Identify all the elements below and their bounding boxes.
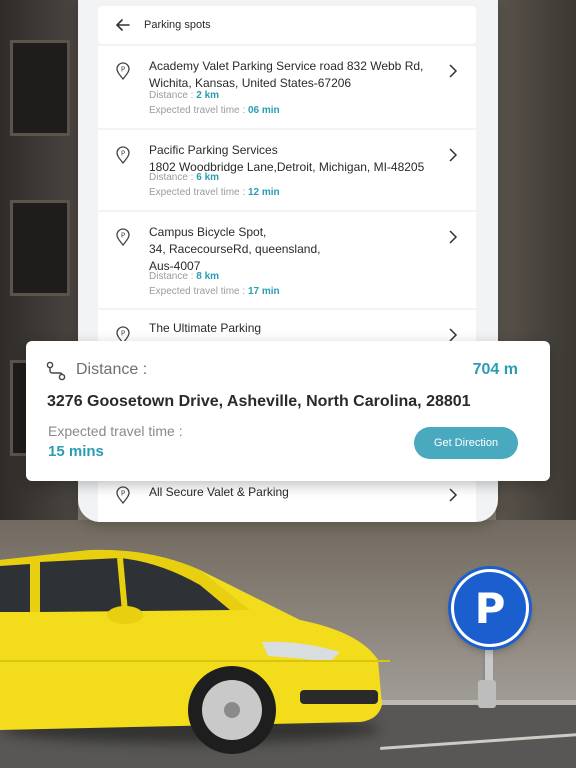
distance-label: Distance :: [149, 172, 197, 183]
item-time: Expected travel time : 06 min: [149, 105, 280, 116]
chevron-right-icon: [448, 230, 458, 244]
travel-time-label: Expected travel time :: [48, 423, 183, 439]
list-header: Parking spots: [98, 6, 476, 44]
chevron-right-icon: [448, 488, 458, 502]
item-distance: Distance : 6 km: [149, 172, 219, 183]
list-item[interactable]: P All Secure Valet & Parking: [98, 476, 476, 522]
sign-base: [478, 680, 496, 708]
list-item[interactable]: P Pacific Parking Services 1802 Woodbrid…: [98, 130, 476, 210]
item-name: Pacific Parking Services 1802 Woodbridge…: [149, 143, 425, 174]
distance-label: Distance :: [76, 361, 148, 378]
distance-label: Distance :: [149, 90, 197, 101]
distance-label: Distance :: [149, 271, 197, 282]
parking-pin-icon: P: [116, 146, 130, 165]
chevron-right-icon: [448, 328, 458, 342]
distance-value: 2 km: [196, 90, 220, 101]
arrow-left-icon[interactable]: [116, 17, 132, 33]
time-value: 17 min: [247, 286, 280, 297]
parking-pin-icon: P: [116, 62, 130, 81]
item-name: Campus Bicycle Spot, 34, RacecourseRd, q…: [149, 225, 321, 273]
distance-card: Distance : 704 m 3276 Goosetown Drive, A…: [26, 341, 550, 481]
parking-sign: P: [451, 569, 529, 647]
svg-text:P: P: [121, 150, 125, 158]
svg-text:P: P: [121, 490, 125, 498]
chevron-right-icon: [448, 148, 458, 162]
chevron-right-icon: [448, 64, 458, 78]
time-value: 12 min: [247, 187, 280, 198]
item-name: Academy Valet Parking Service road 832 W…: [149, 59, 424, 90]
item-distance: Distance : 2 km: [149, 90, 219, 101]
destination-address: 3276 Goosetown Drive, Asheville, North C…: [47, 393, 471, 410]
item-name: All Secure Valet & Parking: [149, 485, 289, 499]
svg-text:P: P: [121, 330, 125, 338]
svg-text:P: P: [121, 66, 125, 74]
list-item[interactable]: P Campus Bicycle Spot, 34, RacecourseRd,…: [98, 212, 476, 308]
parking-pin-icon: P: [116, 228, 130, 247]
svg-text:P: P: [121, 232, 125, 240]
window: [10, 40, 70, 136]
item-time: Expected travel time : 17 min: [149, 286, 280, 297]
window: [10, 200, 70, 296]
travel-time-value: 15 mins: [48, 443, 104, 460]
time-value: 06 min: [247, 105, 280, 116]
time-label: Expected travel time :: [149, 187, 248, 198]
get-direction-button[interactable]: Get Direction: [414, 427, 518, 459]
route-icon: [46, 361, 66, 381]
item-name: The Ultimate Parking: [149, 321, 262, 335]
yellow-car: [0, 549, 390, 754]
time-label: Expected travel time :: [149, 286, 248, 297]
distance-value: 704 m: [472, 361, 518, 378]
distance-value: 8 km: [196, 271, 220, 282]
item-time: Expected travel time : 12 min: [149, 187, 280, 198]
parking-pin-icon: P: [116, 486, 130, 505]
list-item[interactable]: P Academy Valet Parking Service road 832…: [98, 46, 476, 128]
time-label: Expected travel time :: [149, 105, 248, 116]
item-distance: Distance : 8 km: [149, 271, 219, 282]
distance-value: 6 km: [196, 172, 220, 183]
page-title: Parking spots: [144, 19, 211, 31]
